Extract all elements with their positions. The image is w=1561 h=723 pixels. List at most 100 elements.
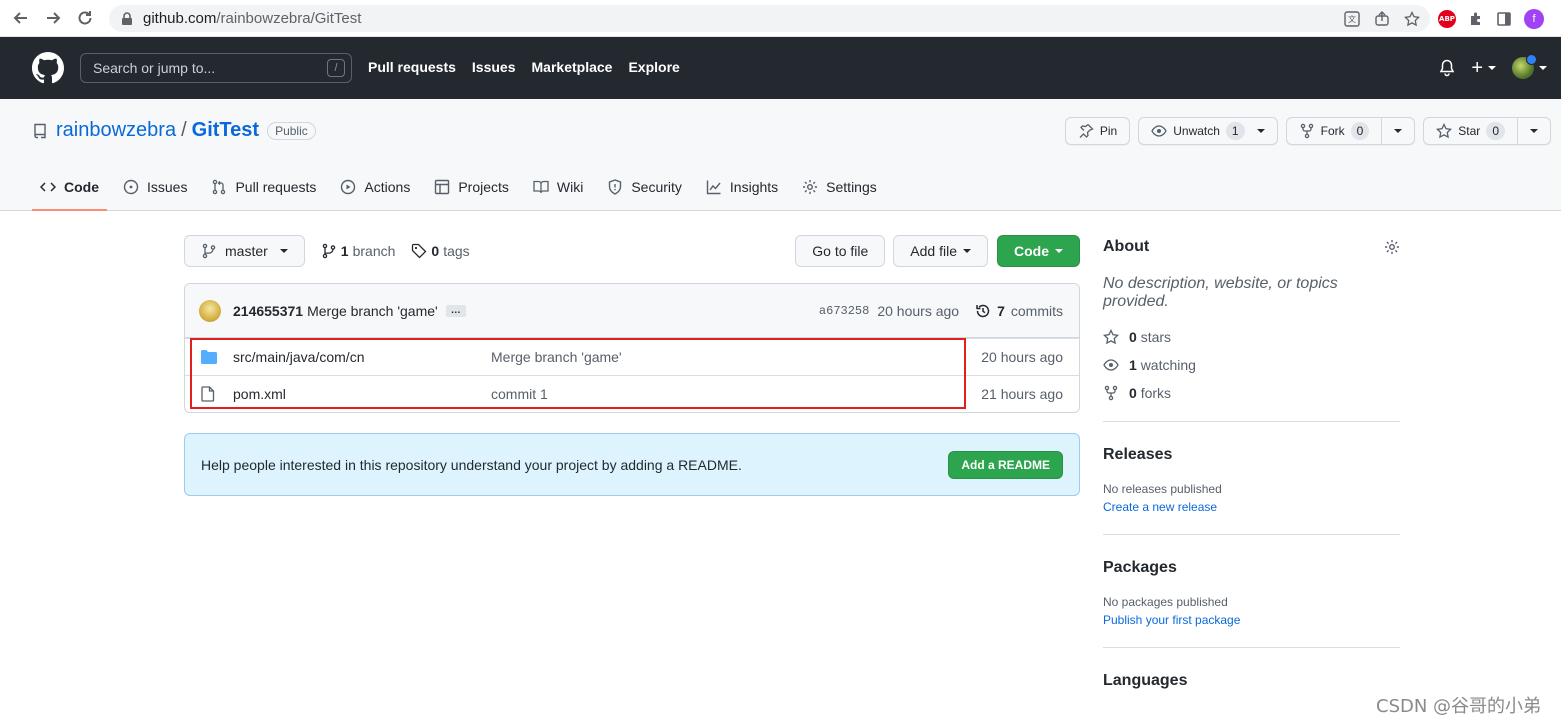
tab-insights[interactable]: Insights (698, 163, 786, 211)
commit-author[interactable]: 214655371 (233, 303, 303, 319)
code-icon (40, 179, 56, 195)
readme-prompt: Help people interested in this repositor… (184, 433, 1080, 496)
repo-owner-link[interactable]: rainbowzebra (56, 119, 176, 142)
gear-icon[interactable] (1384, 239, 1400, 255)
search-input[interactable]: Search or jump to... / (80, 53, 352, 83)
github-header: Search or jump to... / Pull requests Iss… (0, 37, 1561, 99)
repo-header: rainbowzebra / GitTest Public Pin Unwatc… (0, 99, 1561, 211)
watch-label: Unwatch (1173, 124, 1220, 138)
extensions-puzzle-icon[interactable] (1468, 11, 1484, 27)
add-readme-button[interactable]: Add a README (948, 450, 1063, 479)
packages-empty-text: No packages published (1103, 595, 1228, 609)
tab-code[interactable]: Code (32, 163, 107, 211)
expand-commit-button[interactable]: … (445, 304, 466, 317)
commit-author-avatar[interactable] (199, 299, 221, 322)
file-commit-message[interactable]: commit 1 (491, 386, 981, 402)
gear-icon (802, 179, 818, 195)
forks-link[interactable]: 0 forks (1103, 385, 1400, 401)
repo-actions: Pin Unwatch 1 Fork 0 Star 0 (1064, 117, 1551, 145)
nav-issues[interactable]: Issues (472, 59, 516, 75)
commit-sha[interactable]: a673258 (819, 304, 869, 318)
branch-label: branch (352, 243, 396, 259)
commit-message[interactable]: Merge branch 'game' (307, 303, 438, 319)
play-icon (340, 179, 356, 195)
file-age: 21 hours ago (981, 386, 1063, 402)
code-button-label: Code (1014, 243, 1049, 259)
file-row[interactable]: src/main/java/com/cn Merge branch 'game'… (185, 338, 1079, 375)
share-icon[interactable] (1374, 10, 1390, 27)
add-file-button[interactable]: Add file (893, 235, 988, 267)
nav-pull-requests[interactable]: Pull requests (368, 59, 456, 75)
issue-icon (123, 179, 139, 195)
star-dropdown[interactable] (1517, 118, 1550, 144)
forward-button[interactable] (40, 5, 66, 31)
about-heading: About (1103, 238, 1150, 255)
divider (1103, 534, 1400, 535)
bookmark-star-icon[interactable] (1404, 10, 1420, 27)
tag-count: 0 (431, 243, 440, 259)
tags-link[interactable]: 0 tags (411, 243, 470, 259)
create-release-link[interactable]: Create a new release (1103, 500, 1400, 514)
star-button[interactable]: Star 0 (1423, 117, 1551, 145)
tab-projects[interactable]: Projects (426, 163, 517, 211)
packages-heading[interactable]: Packages (1103, 559, 1400, 577)
branch-select-button[interactable]: master (184, 235, 305, 267)
chevron-down-icon (1539, 66, 1547, 70)
adblock-extension-icon[interactable]: ABP (1438, 9, 1456, 28)
repo-sidebar: About No description, website, or topics… (1103, 235, 1400, 690)
tab-settings[interactable]: Settings (794, 163, 885, 211)
file-name-link[interactable]: src/main/java/com/cn (233, 349, 491, 365)
notifications-bell-icon[interactable] (1439, 59, 1455, 77)
tab-label: Pull requests (235, 179, 317, 195)
stars-link[interactable]: 0 stars (1103, 329, 1400, 345)
create-new-dropdown[interactable]: + (1471, 58, 1496, 78)
branches-link[interactable]: 1 branch (321, 243, 396, 259)
watchers-link[interactable]: 1 watching (1103, 357, 1400, 373)
reload-button[interactable] (72, 5, 98, 31)
go-to-file-button[interactable]: Go to file (795, 235, 886, 267)
tab-security[interactable]: Security (599, 163, 690, 211)
fork-dropdown[interactable] (1381, 118, 1414, 144)
tab-pull-requests[interactable]: Pull requests (203, 163, 324, 211)
file-name-link[interactable]: pom.xml (233, 386, 491, 402)
nav-explore[interactable]: Explore (628, 59, 679, 75)
address-bar[interactable]: github.com/rainbowzebra/GitTest 文 (109, 5, 1430, 32)
file-commit-message[interactable]: Merge branch 'game' (491, 349, 981, 365)
global-nav: Pull requests Issues Marketplace Explore (368, 59, 680, 75)
side-panel-icon[interactable] (1496, 11, 1512, 27)
code-dropdown-button[interactable]: Code (997, 235, 1080, 267)
eye-icon (1103, 357, 1119, 373)
tab-wiki[interactable]: Wiki (525, 163, 591, 211)
nav-marketplace[interactable]: Marketplace (532, 59, 613, 75)
commits-history-link[interactable]: 7 commits (975, 303, 1063, 319)
forks-count: 0 (1129, 385, 1137, 401)
repo-name-link[interactable]: GitTest (192, 119, 259, 142)
tab-issues[interactable]: Issues (115, 163, 195, 211)
pin-label: Pin (1099, 124, 1118, 138)
github-logo-icon[interactable] (32, 52, 64, 84)
tab-label: Projects (458, 179, 509, 195)
divider (1103, 647, 1400, 648)
file-row[interactable]: pom.xml commit 1 21 hours ago (185, 375, 1079, 412)
readme-prompt-text: Help people interested in this repositor… (201, 456, 742, 473)
pin-button[interactable]: Pin (1064, 117, 1131, 145)
fork-button[interactable]: Fork 0 (1285, 117, 1416, 145)
shield-icon (607, 179, 623, 195)
commit-age: 20 hours ago (877, 302, 960, 319)
user-menu-dropdown[interactable] (1512, 54, 1547, 79)
translate-icon[interactable]: 文 (1344, 10, 1360, 27)
file-list-box: 214655371 Merge branch 'game' … a673258 … (184, 283, 1080, 413)
tab-actions[interactable]: Actions (332, 163, 418, 211)
star-icon (1103, 329, 1119, 345)
watch-button[interactable]: Unwatch 1 (1138, 117, 1278, 145)
fork-label: Fork (1320, 124, 1345, 138)
publish-package-link[interactable]: Publish your first package (1103, 613, 1400, 627)
file-age: 20 hours ago (981, 349, 1063, 365)
tab-label: Issues (147, 179, 188, 195)
back-button[interactable] (8, 5, 34, 31)
releases-heading[interactable]: Releases (1103, 446, 1400, 464)
profile-avatar[interactable]: f (1524, 8, 1544, 29)
repo-icon (32, 123, 48, 139)
tab-label: Security (631, 179, 682, 195)
file-icon (201, 386, 217, 402)
